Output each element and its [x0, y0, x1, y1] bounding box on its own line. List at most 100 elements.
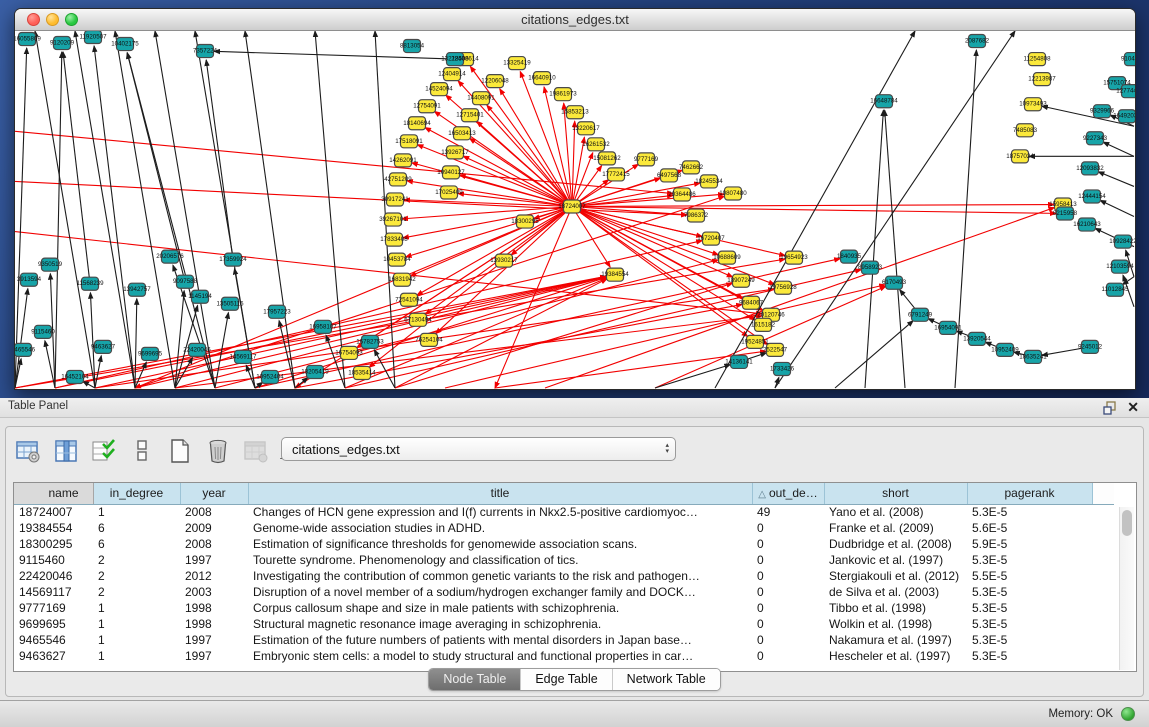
table-cell[interactable]: Tourette syndrome. Phenomenology and cla…: [248, 552, 752, 568]
table-cell[interactable]: Estimation of the future numbers of pati…: [248, 632, 752, 648]
graph-edge[interactable]: [155, 31, 215, 388]
table-cell[interactable]: Jankovic et al. (1997): [824, 552, 967, 568]
table-cell[interactable]: de Silva et al. (2003): [824, 584, 967, 600]
delete-entries-icon[interactable]: [204, 437, 232, 465]
table-cell[interactable]: 2009: [180, 520, 248, 536]
table-cell[interactable]: 5.3E-5: [967, 504, 1092, 520]
tab-network-table[interactable]: Network Table: [613, 669, 720, 690]
close-window-button[interactable]: [27, 13, 40, 26]
table-cell[interactable]: 5.3E-5: [967, 584, 1092, 600]
table-cell[interactable]: Genome-wide association studies in ADHD.: [248, 520, 752, 536]
table-cell[interactable]: Disruption of a novel member of a sodium…: [248, 584, 752, 600]
table-scrollbar[interactable]: [1119, 507, 1134, 670]
table-cell[interactable]: 1: [93, 600, 180, 616]
graph-edge[interactable]: [572, 206, 610, 267]
table-cell[interactable]: 18300295: [14, 536, 93, 552]
table-cell[interactable]: 49: [752, 504, 824, 520]
close-icon[interactable]: ✕: [1127, 399, 1139, 416]
table-cell[interactable]: 1998: [180, 616, 248, 632]
graph-edge[interactable]: [406, 206, 572, 257]
graph-edge[interactable]: [75, 31, 135, 388]
graph-edge[interactable]: [572, 205, 1054, 207]
column-header-pagerank[interactable]: pagerank: [967, 483, 1092, 504]
graph-edge[interactable]: [885, 110, 905, 388]
table-row[interactable]: 1456911722003Disruption of a novel membe…: [14, 584, 1114, 600]
graph-edge[interactable]: [63, 52, 90, 284]
graph-edge[interactable]: [295, 206, 572, 388]
table-cell[interactable]: 2: [93, 568, 180, 584]
table-cell[interactable]: 19384554: [14, 520, 93, 536]
table-cell[interactable]: Nakamura et al. (1997): [824, 632, 967, 648]
table-cell[interactable]: 14569117: [14, 584, 93, 600]
table-cell[interactable]: 9115460: [14, 552, 93, 568]
tab-edge-table[interactable]: Edge Table: [521, 669, 612, 690]
graph-edge[interactable]: [544, 87, 572, 207]
graph-edge[interactable]: [175, 277, 606, 388]
graph-edge[interactable]: [835, 321, 913, 388]
table-cell[interactable]: Estimation of significance thresholds fo…: [248, 536, 752, 552]
column-header-title[interactable]: title: [248, 483, 752, 504]
network-window-titlebar[interactable]: citations_edges.txt: [15, 9, 1135, 31]
graph-edge[interactable]: [1103, 142, 1134, 156]
table-cell[interactable]: Stergiakouli et al. (2012): [824, 568, 967, 584]
graph-edge[interactable]: [417, 206, 572, 295]
table-cell[interactable]: 9777169: [14, 600, 93, 616]
table-cell[interactable]: 5.3E-5: [967, 648, 1092, 664]
table-cell[interactable]: Yano et al. (2008): [824, 504, 967, 520]
zoom-window-button[interactable]: [65, 13, 78, 26]
graph-edge[interactable]: [572, 194, 724, 206]
table-cell[interactable]: 5.9E-5: [967, 536, 1092, 552]
table-cell[interactable]: 0: [752, 648, 824, 664]
select-column-icon[interactable]: [52, 437, 80, 465]
table-cell[interactable]: 5.6E-5: [967, 520, 1092, 536]
table-mode-icon[interactable]: [14, 437, 42, 465]
table-cell[interactable]: 22420046: [14, 568, 93, 584]
table-cell[interactable]: 6: [93, 536, 180, 552]
table-cell[interactable]: 0: [752, 568, 824, 584]
graph-edge[interactable]: [83, 381, 95, 388]
table-cell[interactable]: 9699695: [14, 616, 93, 632]
table-cell[interactable]: 9463627: [14, 648, 93, 664]
graph-edge[interactable]: [115, 31, 175, 388]
column-header-year[interactable]: year: [180, 483, 248, 504]
table-cell[interactable]: 1: [93, 504, 180, 520]
graph-edge[interactable]: [403, 206, 572, 237]
table-cell[interactable]: 1: [93, 648, 180, 664]
minimize-window-button[interactable]: [46, 13, 59, 26]
column-header-in_degree[interactable]: in_degree: [93, 483, 180, 504]
table-row[interactable]: 946554611997Estimation of the future num…: [14, 632, 1114, 648]
unselect-rows-icon[interactable]: [128, 437, 156, 465]
graph-edge[interactable]: [55, 52, 62, 388]
graph-edge[interactable]: [655, 365, 730, 388]
tab-node-table[interactable]: Node Table: [429, 669, 521, 690]
table-cell[interactable]: 0: [752, 600, 824, 616]
graph-edge[interactable]: [94, 46, 135, 388]
table-cell[interactable]: 1997: [180, 552, 248, 568]
table-row[interactable]: 1872400712008Changes of HCN gene express…: [14, 504, 1114, 520]
table-cell[interactable]: 0: [752, 584, 824, 600]
table-row[interactable]: 969969511998Structural magnetic resonanc…: [14, 616, 1114, 632]
network-window[interactable]: citations_edges.txt 18724007193845541830…: [14, 8, 1136, 390]
memory-ok-indicator-icon[interactable]: [1121, 707, 1135, 721]
table-cell[interactable]: 0: [752, 520, 824, 536]
table-cell[interactable]: 2: [93, 552, 180, 568]
table-cell[interactable]: 5.3E-5: [967, 600, 1092, 616]
graph-edge[interactable]: [1098, 172, 1134, 187]
table-row[interactable]: 946362711997Embryonic stem cells: a mode…: [14, 648, 1114, 664]
table-cell[interactable]: 0: [752, 536, 824, 552]
table-cell[interactable]: Changes of HCN gene expression and I(f) …: [248, 504, 752, 520]
table-cell[interactable]: 0: [752, 632, 824, 648]
table-cell[interactable]: 2008: [180, 536, 248, 552]
table-cell[interactable]: Franke et al. (2009): [824, 520, 967, 536]
table-cell[interactable]: 6: [93, 520, 180, 536]
table-cell[interactable]: 0: [752, 552, 824, 568]
graph-edge[interactable]: [1100, 200, 1134, 216]
table-cell[interactable]: 2003: [180, 584, 248, 600]
table-cell[interactable]: 1997: [180, 648, 248, 664]
graph-edge[interactable]: [206, 60, 233, 260]
table-cell[interactable]: 5.3E-5: [967, 616, 1092, 632]
graph-edge[interactable]: [135, 299, 137, 388]
graph-edge[interactable]: [135, 196, 724, 388]
table-cell[interactable]: 2008: [180, 504, 248, 520]
graph-edge[interactable]: [15, 48, 27, 388]
